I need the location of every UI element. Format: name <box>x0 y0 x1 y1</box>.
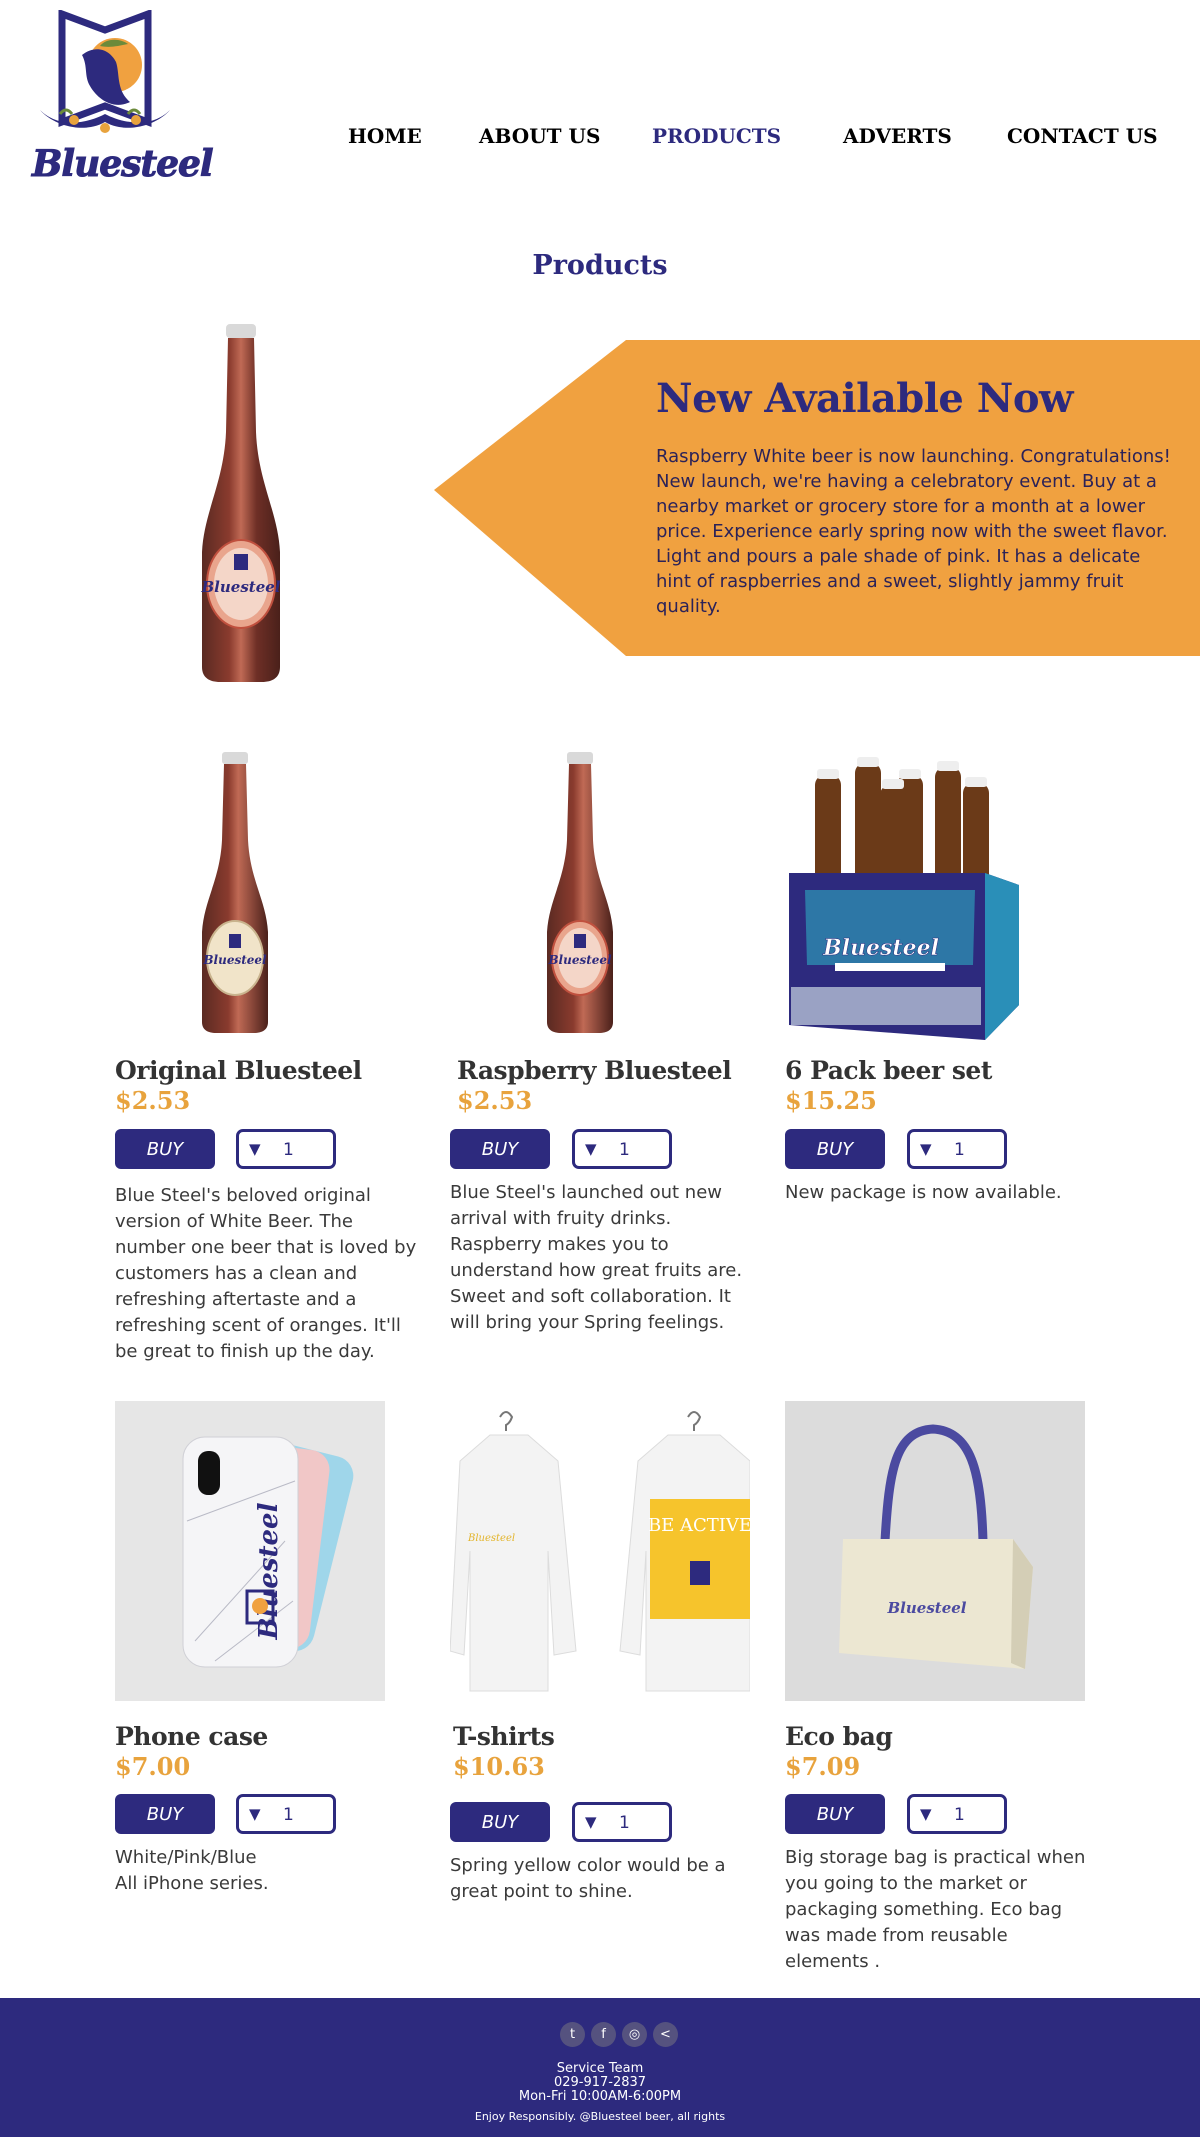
six-pack-image: Bluesteel <box>789 757 1019 1040</box>
nav-contact-us[interactable]: CONTACT US <box>1007 124 1158 148</box>
svg-text:Bluesteel: Bluesteel <box>254 1502 284 1640</box>
quantity-value: 1 <box>954 1140 965 1160</box>
twitter-icon[interactable]: t <box>560 2022 585 2047</box>
product-name: T-shirts <box>453 1722 555 1751</box>
nav-home[interactable]: HOME <box>348 124 422 148</box>
quantity-value: 1 <box>283 1805 294 1825</box>
triangle-down-icon: ▼ <box>249 1805 261 1823</box>
main-nav: HOME ABOUT US PRODUCTS ADVERTS CONTACT U… <box>0 124 1200 154</box>
quantity-select[interactable]: ▼ 1 <box>236 1129 336 1169</box>
product-description: New package is now available. <box>785 1182 1062 1203</box>
shirt-print-text: BE ACTIVE <box>648 1515 750 1536</box>
product-price: $7.00 <box>115 1752 191 1781</box>
quantity-value: 1 <box>283 1140 294 1160</box>
phone-case-image: Bluesteel <box>115 1401 385 1701</box>
buy-button[interactable]: BUY <box>450 1802 550 1842</box>
t-shirts-image: Bluesteel BE ACTIVE <box>450 1401 750 1701</box>
instagram-icon[interactable]: ◎ <box>622 2022 647 2047</box>
product-description: Spring yellow color would be a great poi… <box>450 1855 726 1902</box>
original-bottle-image: Bluesteel <box>202 752 268 1033</box>
quantity-value: 1 <box>619 1140 630 1160</box>
svg-text:Bluesteel: Bluesteel <box>822 935 939 961</box>
social-links: t f ◎ < <box>560 2022 680 2050</box>
product-price: $2.53 <box>115 1086 191 1115</box>
bag-print-text: Bluesteel <box>887 1599 967 1617</box>
triangle-down-icon: ▼ <box>585 1140 597 1158</box>
product-description: Blue Steel's beloved original version of… <box>115 1185 417 1362</box>
facebook-icon[interactable]: f <box>591 2022 616 2047</box>
product-name: Original Bluesteel <box>115 1056 362 1085</box>
nav-about-us[interactable]: ABOUT US <box>479 124 600 148</box>
quantity-select[interactable]: ▼ 1 <box>572 1129 672 1169</box>
footer-legal: Enjoy Responsibly. @Bluesteel beer, all … <box>474 2110 726 2123</box>
quantity-select[interactable]: ▼ 1 <box>572 1802 672 1842</box>
product-description: Big storage bag is practical when you go… <box>785 1847 1086 1972</box>
buy-button[interactable]: BUY <box>785 1129 885 1169</box>
svg-text:Bluesteel: Bluesteel <box>202 953 267 967</box>
triangle-down-icon: ▼ <box>249 1140 261 1158</box>
page-title: Products <box>532 250 668 281</box>
quantity-value: 1 <box>619 1813 630 1833</box>
product-name: Raspberry Bluesteel <box>457 1056 732 1085</box>
nav-products[interactable]: PRODUCTS <box>652 124 781 148</box>
svg-text:Bluesteel: Bluesteel <box>201 578 281 596</box>
quantity-value: 1 <box>954 1805 965 1825</box>
nav-adverts[interactable]: ADVERTS <box>843 124 952 148</box>
footer-phone: 029-917-2837 <box>553 2075 647 2090</box>
buy-button[interactable]: BUY <box>115 1129 215 1169</box>
buy-button[interactable]: BUY <box>785 1794 885 1834</box>
shirt-small-text: Bluesteel <box>467 1533 515 1544</box>
triangle-down-icon: ▼ <box>920 1140 932 1158</box>
svg-text:Bluesteel: Bluesteel <box>547 953 612 967</box>
footer: t f ◎ < Service Team 029-917-2837 Mon-Fr… <box>0 1998 1200 2137</box>
quantity-select[interactable]: ▼ 1 <box>907 1129 1007 1169</box>
product-price: $7.09 <box>785 1752 861 1781</box>
triangle-down-icon: ▼ <box>585 1813 597 1831</box>
product-name: Eco bag <box>785 1722 893 1751</box>
banner-title: New Available Now <box>656 375 1073 422</box>
footer-team: Service Team <box>556 2061 644 2076</box>
footer-hours: Mon-Fri 10:00AM-6:00PM <box>518 2089 682 2104</box>
product-name: Phone case <box>115 1722 268 1751</box>
product-price: $15.25 <box>785 1086 877 1115</box>
eco-bag-image: Bluesteel <box>785 1401 1085 1701</box>
quantity-select[interactable]: ▼ 1 <box>907 1794 1007 1834</box>
triangle-down-icon: ▼ <box>920 1805 932 1823</box>
share-icon[interactable]: < <box>653 2022 678 2047</box>
product-price: $10.63 <box>453 1752 545 1781</box>
raspberry-bottle-small-image: Bluesteel <box>547 752 613 1033</box>
new-product-banner: New Available Now Raspberry White beer i… <box>434 340 1200 656</box>
product-description: Blue Steel's launched out new arrival wi… <box>450 1182 743 1333</box>
buy-button[interactable]: BUY <box>450 1129 550 1169</box>
product-name: 6 Pack beer set <box>785 1056 992 1085</box>
banner-text: Raspberry White beer is now launching. C… <box>656 446 1171 617</box>
product-price: $2.53 <box>457 1086 533 1115</box>
product-description: White/Pink/Blue All iPhone series. <box>115 1847 269 1894</box>
raspberry-bottle-image: Bluesteel <box>201 324 281 682</box>
buy-button[interactable]: BUY <box>115 1794 215 1834</box>
quantity-select[interactable]: ▼ 1 <box>236 1794 336 1834</box>
